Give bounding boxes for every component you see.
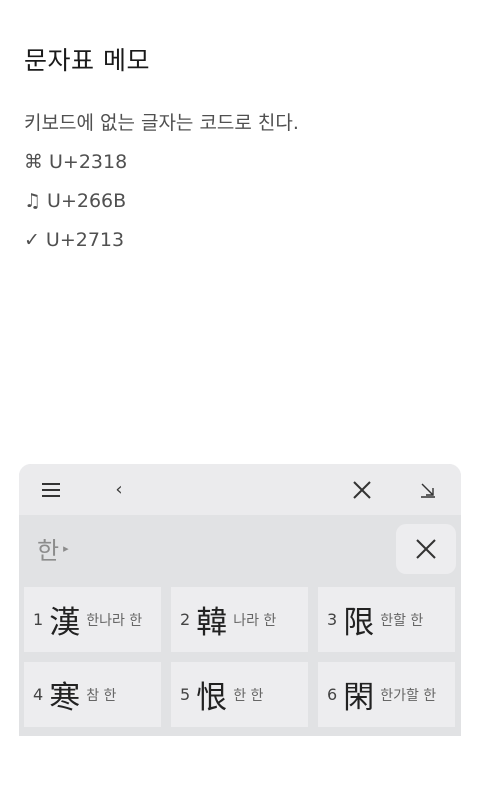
page-title: 문자표 메모 <box>24 46 150 75</box>
candidate-hanja: 限 <box>343 605 375 641</box>
expand-arrow-icon: ▸ <box>63 542 69 555</box>
candidate-number: 5 <box>180 685 191 704</box>
candidate-number: 4 <box>33 685 44 704</box>
check-mark-symbol: ✓ <box>24 229 40 251</box>
candidate-reading: 나라 한 <box>233 612 277 629</box>
candidate-hanja: 寒 <box>49 680 81 716</box>
menu-button[interactable] <box>33 464 69 515</box>
note-line-music: ♫ U+266B <box>24 182 456 221</box>
minimize-arrow-icon <box>421 483 435 498</box>
close-button[interactable] <box>346 464 378 515</box>
candidate-hanja: 恨 <box>196 680 228 716</box>
candidate-number: 2 <box>180 610 191 629</box>
back-button[interactable]: ‹ <box>105 464 133 515</box>
candidate-reading: 한 한 <box>233 687 264 704</box>
note-line-check: ✓ U+2713 <box>24 221 456 260</box>
candidate-hanja: 漢 <box>49 605 81 641</box>
hanja-conversion-panel: ‹ 한 ▸ 1 漢 한나라 한 2 韓 나라 한 3 限 한할 한 4 寒 참 … <box>19 464 461 736</box>
candidate-2[interactable]: 2 韓 나라 한 <box>171 587 308 652</box>
ime-toolbar: ‹ <box>19 464 461 515</box>
memo-note: 문자표 메모 키보드에 없는 글자는 코드로 친다. ⌘ U+2318 ♫ U+26… <box>24 40 456 260</box>
candidate-6[interactable]: 6 閑 한가할 한 <box>318 662 455 727</box>
candidate-hanja: 閑 <box>343 680 375 716</box>
clear-icon <box>416 539 436 559</box>
note-line-code: U+266B <box>47 190 127 212</box>
note-line-intro: 키보드에 없는 글자는 코드로 친다. <box>24 104 456 143</box>
note-line-text: 키보드에 없는 글자는 코드로 친다. <box>24 112 299 134</box>
candidate-reading: 참 한 <box>86 687 117 704</box>
clear-button[interactable] <box>396 524 456 574</box>
composing-row: 한 ▸ <box>19 515 461 585</box>
candidate-5[interactable]: 5 恨 한 한 <box>171 662 308 727</box>
candidate-3[interactable]: 3 限 한할 한 <box>318 587 455 652</box>
candidate-number: 1 <box>33 610 44 629</box>
candidate-reading: 한가할 한 <box>380 687 437 704</box>
candidate-reading: 한할 한 <box>380 612 424 629</box>
command-symbol: ⌘ <box>24 151 43 173</box>
close-icon <box>353 480 371 499</box>
menu-icon <box>42 482 60 497</box>
candidate-number: 6 <box>327 685 338 704</box>
note-line-code: U+2713 <box>45 229 125 251</box>
minimize-button[interactable] <box>414 464 442 515</box>
candidate-4[interactable]: 4 寒 참 한 <box>24 662 161 727</box>
composing-syllable: 한 <box>37 537 60 565</box>
composing-text[interactable]: 한 ▸ <box>37 531 69 566</box>
music-note-symbol: ♫ <box>24 190 42 212</box>
hanja-candidate-grid: 1 漢 한나라 한 2 韓 나라 한 3 限 한할 한 4 寒 참 한 5 恨 … <box>24 587 457 727</box>
note-line-command: ⌘ U+2318 <box>24 143 456 182</box>
note-line-code: U+2318 <box>49 151 128 173</box>
candidate-reading: 한나라 한 <box>86 612 143 629</box>
chevron-left-icon: ‹ <box>115 479 123 500</box>
candidate-1[interactable]: 1 漢 한나라 한 <box>24 587 161 652</box>
candidate-hanja: 韓 <box>196 605 228 641</box>
candidate-number: 3 <box>327 610 338 629</box>
